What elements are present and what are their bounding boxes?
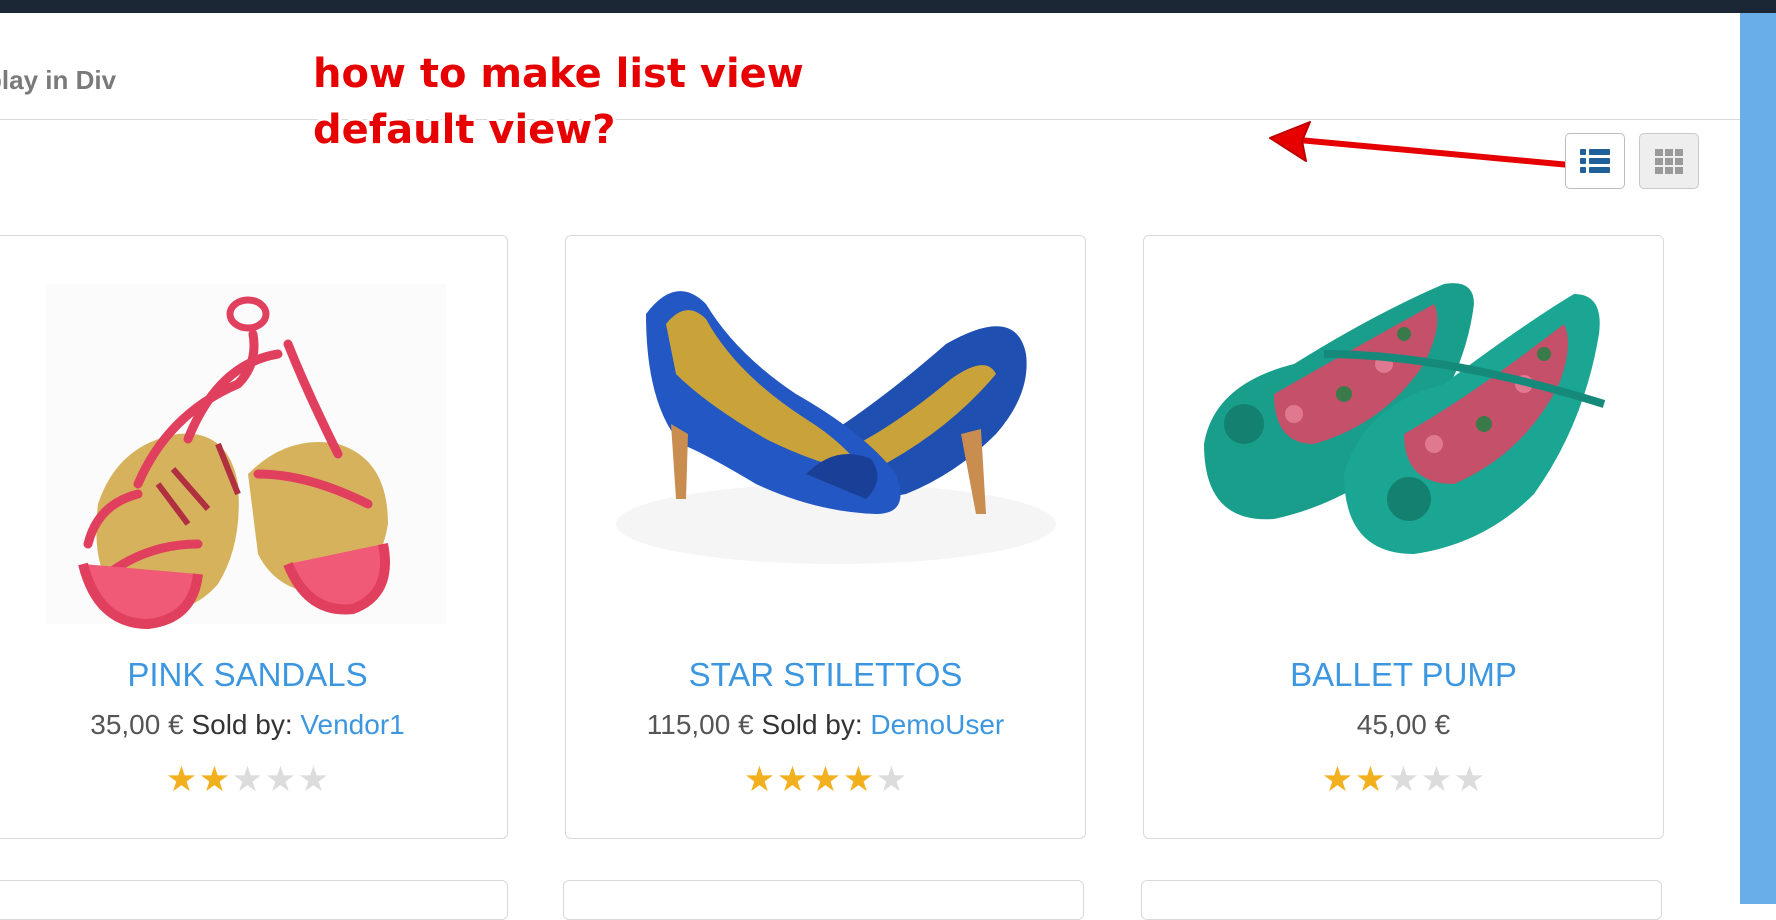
star-icon: ★ bbox=[743, 760, 776, 799]
product-card[interactable]: PINK SANDALS 35,00 € Sold by: Vendor1 ★★… bbox=[0, 235, 508, 839]
product-price: 35,00 € bbox=[90, 709, 184, 740]
annotation-arrow bbox=[1269, 121, 1573, 168]
product-card-next-row[interactable] bbox=[0, 880, 508, 920]
product-price: 45,00 € bbox=[1356, 709, 1451, 740]
product-card[interactable]: STAR STILETTOS 115,00 € Sold by: DemoUse… bbox=[565, 235, 1086, 839]
product-name[interactable]: BALLET PUMP bbox=[1144, 656, 1663, 694]
grid-view-button[interactable] bbox=[1639, 133, 1699, 189]
annotation-line-1: how to make list view bbox=[313, 51, 804, 97]
star-icon: ★ bbox=[1387, 760, 1420, 799]
product-card-next-row[interactable] bbox=[1141, 880, 1662, 920]
star-icon: ★ bbox=[231, 760, 264, 799]
top-navbar bbox=[0, 0, 1776, 13]
star-icon: ★ bbox=[1321, 760, 1354, 799]
product-card[interactable]: BALLET PUMP 45,00 € ★★★★★ bbox=[1143, 235, 1664, 839]
annotation-callout: how to make list view default view? bbox=[313, 46, 804, 158]
rating-stars: ★★★★★ bbox=[0, 762, 507, 798]
product-image[interactable] bbox=[0, 244, 507, 634]
star-icon: ★ bbox=[1354, 760, 1387, 799]
star-icon: ★ bbox=[1420, 760, 1453, 799]
star-icon: ★ bbox=[875, 760, 908, 799]
side-scroll-strip bbox=[1740, 13, 1776, 904]
star-icon: ★ bbox=[165, 760, 198, 799]
star-icon: ★ bbox=[776, 760, 809, 799]
rating-stars: ★★★★★ bbox=[1144, 762, 1663, 798]
star-icon: ★ bbox=[842, 760, 875, 799]
vendor-link[interactable]: Vendor1 bbox=[300, 709, 404, 740]
grid-view-icon bbox=[1655, 149, 1683, 174]
list-view-icon bbox=[1580, 149, 1610, 173]
star-icon: ★ bbox=[297, 760, 330, 799]
page-title: play in Div bbox=[0, 65, 117, 95]
rating-stars: ★★★★★ bbox=[566, 762, 1085, 798]
product-price: 115,00 € bbox=[646, 709, 754, 740]
star-icon: ★ bbox=[198, 760, 231, 799]
product-image[interactable] bbox=[1144, 244, 1663, 634]
sold-by-label: Sold by: bbox=[761, 709, 863, 740]
product-price-line: 35,00 € Sold by: Vendor1 bbox=[0, 709, 507, 741]
annotation-line-2: default view? bbox=[313, 107, 616, 153]
product-name[interactable]: PINK SANDALS bbox=[0, 656, 507, 694]
star-icon: ★ bbox=[1453, 760, 1486, 799]
list-view-button[interactable] bbox=[1565, 133, 1625, 189]
page-header: play in Div bbox=[0, 13, 1740, 120]
product-card-next-row[interactable] bbox=[563, 880, 1084, 920]
product-price-line: 45,00 € bbox=[1144, 709, 1663, 741]
product-image[interactable] bbox=[566, 244, 1085, 634]
sold-by-label: Sold by: bbox=[191, 709, 293, 740]
product-price-line: 115,00 € Sold by: DemoUser bbox=[566, 709, 1085, 741]
product-name[interactable]: STAR STILETTOS bbox=[566, 656, 1085, 694]
star-icon: ★ bbox=[809, 760, 842, 799]
star-icon: ★ bbox=[264, 760, 297, 799]
vendor-link[interactable]: DemoUser bbox=[870, 709, 1004, 740]
